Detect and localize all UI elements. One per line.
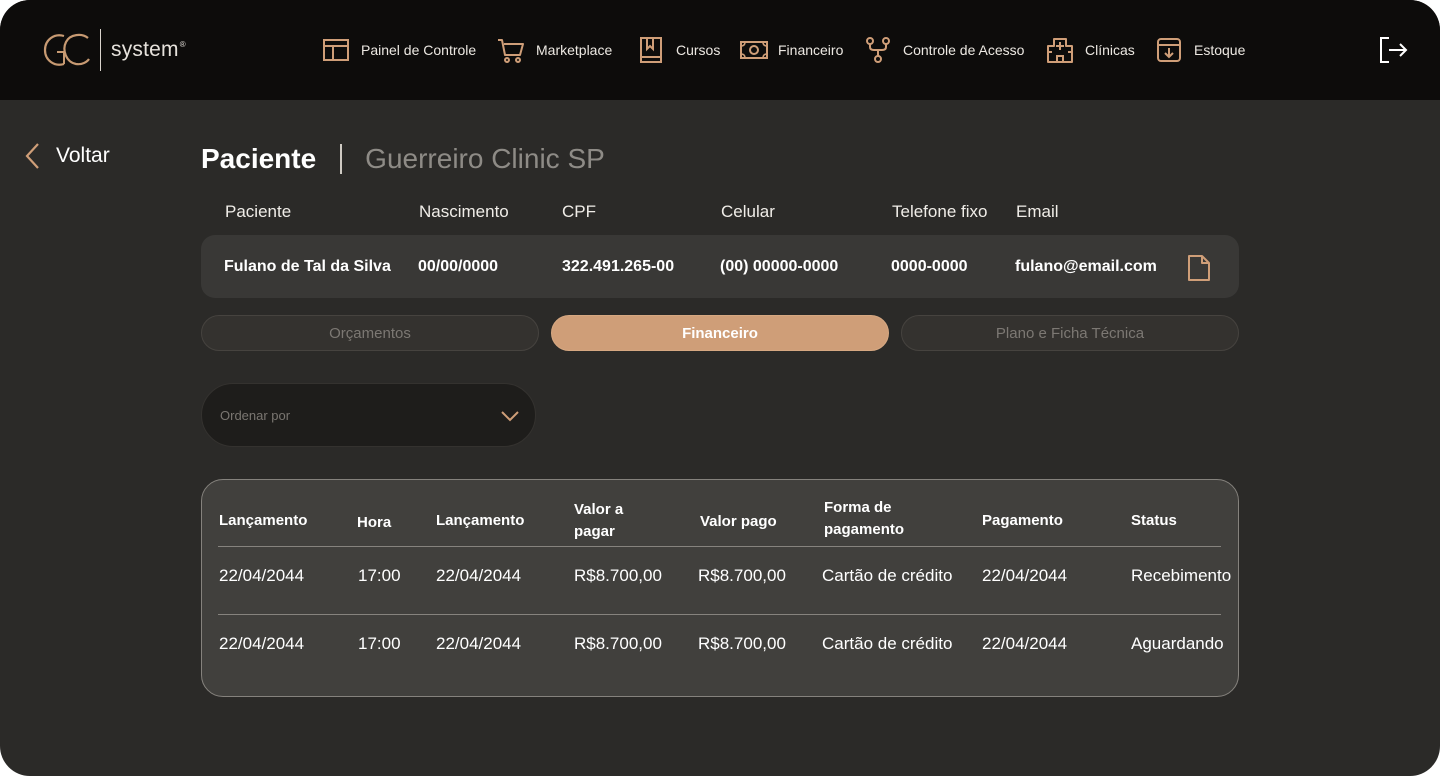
- chevron-down-icon: [501, 411, 519, 422]
- nav-marketplace[interactable]: Marketplace: [497, 36, 612, 64]
- brand-logo[interactable]: system®: [42, 28, 186, 72]
- back-button[interactable]: Voltar: [24, 141, 110, 171]
- table-cell: Cartão de crédito: [822, 566, 953, 585]
- logo-text: system®: [111, 38, 186, 61]
- tab-plano-e-ficha-tecnica[interactable]: Plano e Ficha Técnica: [901, 315, 1239, 351]
- nav-controle-de-acesso[interactable]: Controle de Acesso: [864, 36, 1024, 64]
- nav-label: Marketplace: [536, 42, 613, 58]
- patient-header-mobile: Celular: [721, 202, 775, 221]
- nav-label: Cursos: [676, 42, 721, 58]
- logo-divider: [100, 29, 101, 71]
- app-window: system® Painel de Controle Marketplace C…: [0, 0, 1440, 776]
- table-divider: [218, 614, 1221, 615]
- money-icon: [740, 41, 768, 59]
- table-cell: 22/04/2044: [982, 566, 1068, 585]
- chevron-left-icon: [25, 143, 39, 169]
- page-title: Paciente: [201, 143, 317, 174]
- sort-placeholder: Ordenar por: [220, 408, 291, 423]
- table-cell: 17:00: [358, 634, 401, 653]
- tab-financeiro[interactable]: Financeiro: [551, 315, 889, 351]
- nav-estoque[interactable]: Estoque: [1155, 36, 1245, 64]
- table-header: Hora: [357, 514, 392, 531]
- table-header: Valor pago: [700, 513, 777, 530]
- table-cell: Cartão de crédito: [822, 634, 953, 653]
- nav-label: Estoque: [1194, 42, 1246, 58]
- patient-email: fulano@email.com: [1015, 258, 1157, 275]
- book-icon: [640, 37, 662, 63]
- nav-financeiro[interactable]: Financeiro: [738, 36, 843, 64]
- cart-icon: [498, 39, 524, 63]
- table-header: Pagamento: [982, 512, 1063, 529]
- patient-header-name: Paciente: [225, 202, 292, 221]
- patient-birth: 00/00/0000: [418, 258, 499, 275]
- table-header: Status: [1131, 512, 1177, 529]
- table-divider: [218, 546, 1221, 547]
- table-header: Forma de pagamento: [824, 499, 905, 538]
- nav-label: Clínicas: [1085, 42, 1135, 58]
- patient-cpf: 322.491.265-00: [562, 258, 675, 275]
- table-header: Lançamento: [219, 512, 308, 529]
- table-cell: R$8.700,00: [698, 566, 786, 585]
- title-divider: [340, 144, 343, 174]
- dashboard-icon: [323, 39, 349, 61]
- table-cell: 22/04/2044: [436, 566, 522, 585]
- sort-dropdown[interactable]: Ordenar por: [201, 383, 536, 447]
- table-cell: R$8.700,00: [574, 566, 662, 585]
- table-cell: Recebimento: [1131, 566, 1232, 585]
- logout-icon[interactable]: [1378, 36, 1408, 64]
- nav-label: Painel de Controle: [361, 42, 477, 58]
- hospital-icon: [1047, 38, 1073, 63]
- table-cell: 17:00: [358, 566, 401, 585]
- table-cell: R$8.700,00: [698, 634, 786, 653]
- table-cell: 22/04/2044: [219, 566, 305, 585]
- table-cell: 22/04/2044: [219, 634, 305, 653]
- patient-mobile: (00) 00000-0000: [720, 258, 839, 275]
- download-box-icon: [1157, 38, 1181, 62]
- nav-painel-de-controle[interactable]: Painel de Controle: [322, 36, 476, 64]
- patient-header-phone: Telefone fixo: [892, 202, 988, 221]
- patient-name: Fulano de Tal da Silva: [224, 258, 391, 275]
- nav-label: Financeiro: [778, 42, 844, 58]
- patient-phone: 0000-0000: [891, 258, 968, 275]
- document-icon[interactable]: [1186, 254, 1212, 282]
- clinic-name: Guerreiro Clinic SP: [365, 143, 605, 174]
- table-cell: Aguardando: [1131, 634, 1224, 653]
- access-icon: [866, 37, 890, 63]
- back-label: Voltar: [56, 144, 110, 167]
- table-header: Lançamento: [436, 512, 525, 529]
- table-cell: R$8.700,00: [574, 634, 662, 653]
- nav-clinicas[interactable]: Clínicas: [1046, 36, 1135, 64]
- gc-logo-icon: [43, 33, 90, 66]
- top-navbar: system® Painel de Controle Marketplace C…: [0, 0, 1440, 100]
- patient-header-email: Email: [1016, 202, 1059, 221]
- patient-header-cpf: CPF: [562, 202, 596, 221]
- table-cell: 22/04/2044: [982, 634, 1068, 653]
- patient-header-birth: Nascimento: [419, 202, 509, 221]
- nav-cursos[interactable]: Cursos: [637, 36, 720, 64]
- page-header: Paciente Guerreiro Clinic SP: [201, 140, 605, 178]
- nav-label: Controle de Acesso: [903, 42, 1025, 58]
- table-cell: 22/04/2044: [436, 634, 522, 653]
- table-header: Valor a pagar: [574, 501, 624, 540]
- tab-orcamentos[interactable]: Orçamentos: [201, 315, 539, 351]
